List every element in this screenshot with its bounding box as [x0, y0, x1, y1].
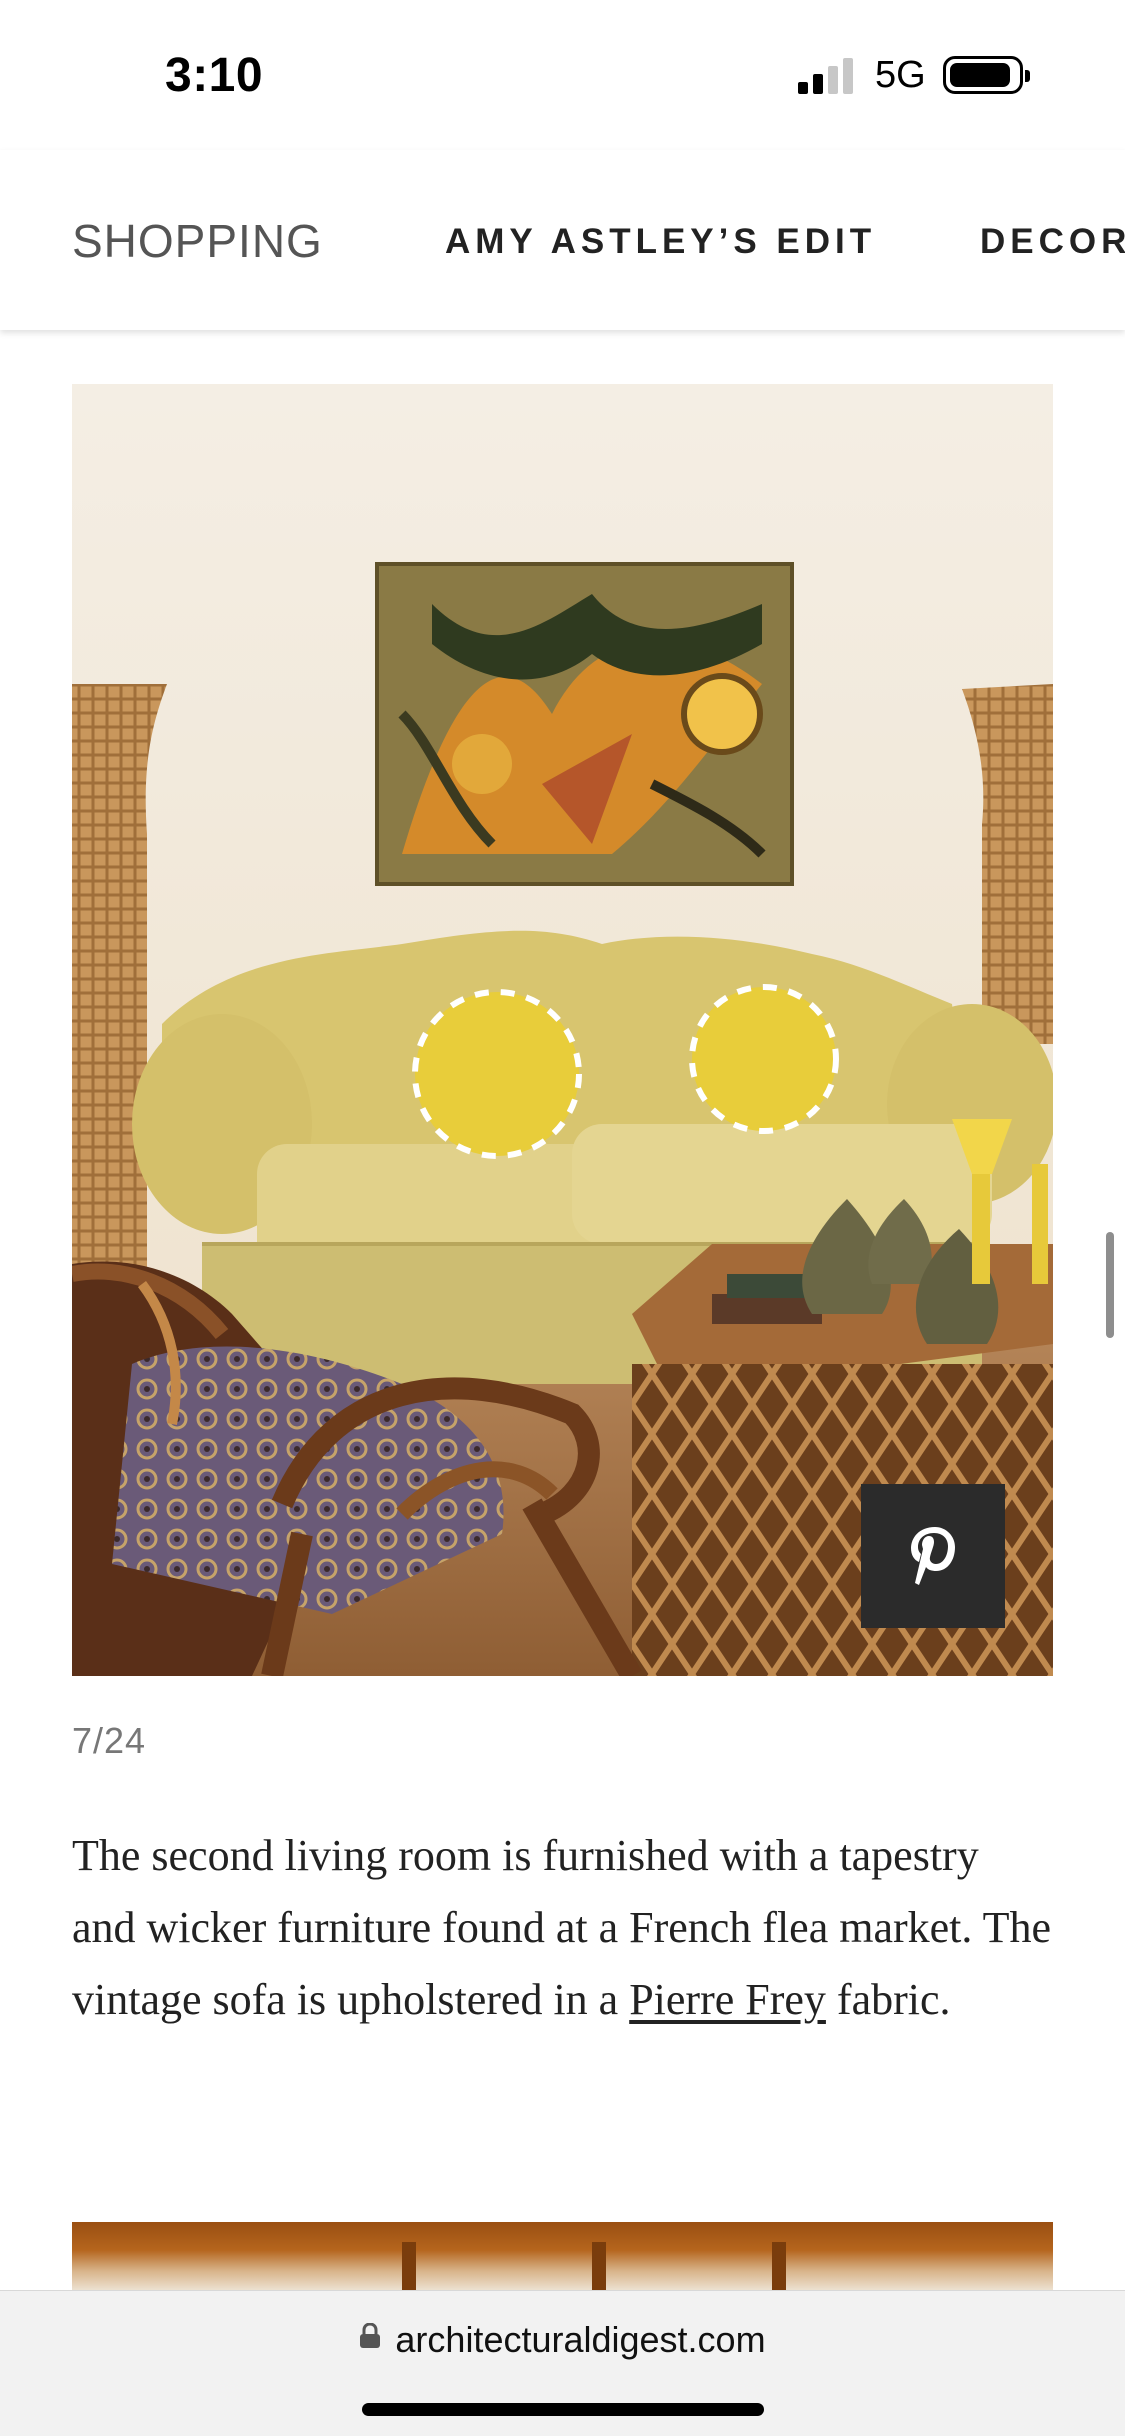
nav-item-amy-astleys-edit[interactable]: AMY ASTLEY’S EDIT [445, 222, 876, 262]
network-type: 5G [875, 54, 926, 96]
nav-item-decor[interactable]: DECOR [980, 222, 1125, 262]
caption-text-2: fabric. [825, 1975, 951, 2024]
pinterest-icon [911, 1527, 955, 1585]
browser-address-bar[interactable]: architecturaldigest.com [0, 2290, 1125, 2436]
tapestry [375, 562, 794, 886]
pierre-frey-link[interactable]: Pierre Frey [629, 1975, 826, 2024]
next-slide-image[interactable] [72, 2222, 1053, 2292]
slide-caption: The second living room is furnished with… [72, 1820, 1052, 2036]
living-room-photo [72, 384, 1053, 1676]
battery-icon [943, 56, 1030, 94]
pinterest-save-button[interactable] [861, 1484, 1005, 1628]
status-time: 3:10 [165, 49, 264, 102]
scrollbar-thumb[interactable] [1106, 1232, 1114, 1338]
status-bar: 3:10 5G [0, 0, 1125, 150]
url-field[interactable]: architecturaldigest.com [0, 2319, 1125, 2361]
nav-item-shopping[interactable]: SHOPPING [72, 214, 323, 268]
home-indicator[interactable] [362, 2403, 764, 2416]
lock-icon [360, 2323, 381, 2348]
slide-image[interactable] [72, 384, 1053, 1676]
slide-counter: 7/24 [72, 1720, 147, 1761]
url-text: architecturaldigest.com [395, 2319, 766, 2360]
cellular-signal-icon [798, 58, 858, 94]
section-nav: SHOPPING AMY ASTLEY’S EDIT DECOR [0, 150, 1125, 330]
